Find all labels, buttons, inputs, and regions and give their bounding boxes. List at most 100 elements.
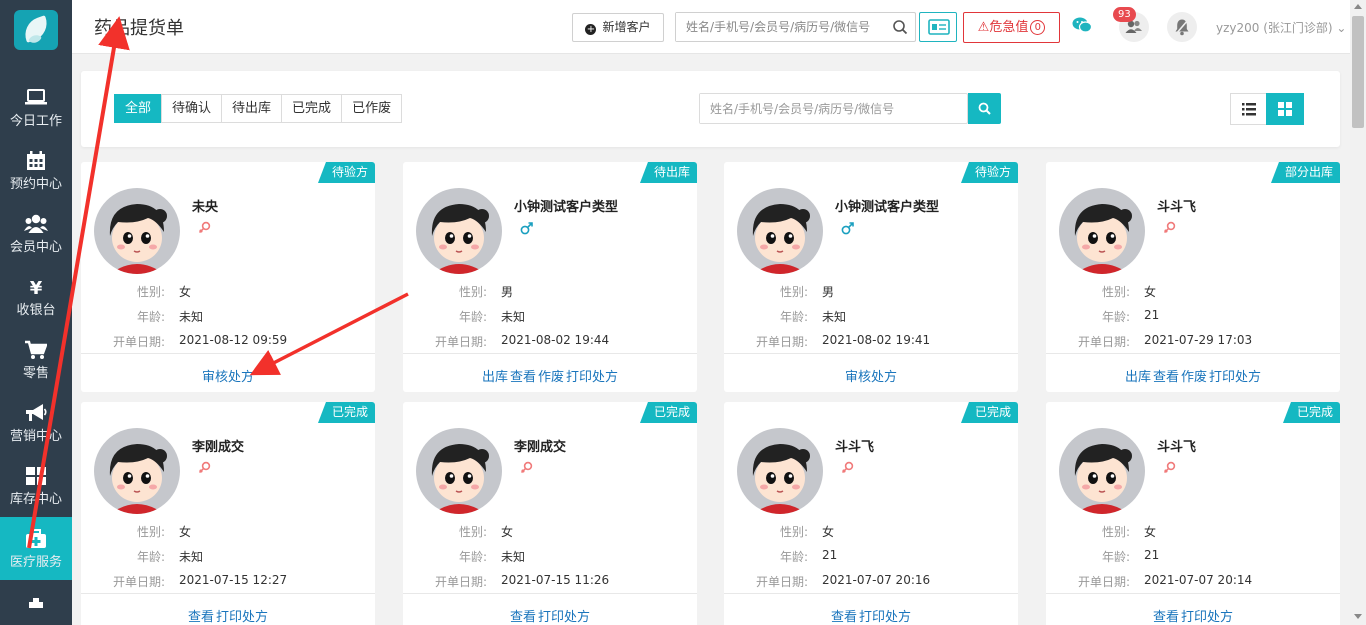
action-link[interactable]: 查看 — [510, 610, 536, 625]
search-icon — [978, 102, 991, 115]
grid-view-button[interactable] — [1266, 93, 1304, 125]
age-label: 年龄: — [458, 310, 487, 324]
date-label: 开单日期: — [755, 575, 808, 589]
card-divider — [724, 593, 1018, 594]
scrollbar-thumb[interactable] — [1352, 16, 1364, 128]
avatar — [416, 188, 502, 274]
action-link[interactable]: 查看 — [831, 610, 857, 625]
cart-icon — [0, 340, 72, 364]
tab-3[interactable]: 已完成 — [281, 94, 343, 123]
action-link[interactable]: 作废 — [538, 370, 564, 385]
logo[interactable] — [14, 10, 58, 50]
action-link[interactable]: 打印处方 — [566, 370, 618, 385]
status-badge: 待验方 — [960, 162, 1018, 183]
status-tabs: 全部 待确认 待出库 已完成 已作废 — [114, 94, 403, 123]
gender-label: 性别: — [458, 525, 487, 539]
add-customer-button[interactable]: + 新增客户 — [572, 13, 664, 42]
customer-name: 未央 — [192, 200, 219, 215]
action-link[interactable]: 打印处方 — [859, 610, 911, 625]
sidebar-item-calendar[interactable]: 预约中心 — [0, 139, 72, 202]
tab-4[interactable]: 已作废 — [341, 94, 403, 123]
bell-icon — [1175, 19, 1189, 36]
sidebar-item-grid[interactable]: 库存中心 — [0, 454, 72, 517]
tab-0[interactable]: 全部 — [114, 94, 163, 123]
status-badge: 已完成 — [639, 402, 697, 423]
action-link[interactable]: 出库 — [482, 370, 508, 385]
gender-label: 性别: — [779, 285, 808, 299]
age-value: 未知 — [179, 550, 204, 564]
action-link[interactable]: 打印处方 — [538, 610, 590, 625]
device-icon — [0, 592, 72, 616]
action-link[interactable]: 打印处方 — [1209, 370, 1261, 385]
panel-search-input[interactable] — [700, 94, 960, 123]
card-actions: 查看 打印处方 — [403, 606, 697, 625]
date-label: 开单日期: — [1077, 335, 1130, 349]
female-icon — [840, 460, 856, 476]
card-actions: 审核处方 — [724, 366, 1018, 385]
notification-button[interactable] — [1167, 12, 1197, 42]
svg-text:¥: ¥ — [30, 278, 43, 297]
yen-icon: ¥ — [0, 277, 72, 301]
male-icon — [840, 220, 856, 236]
add-customer-label: 新增客户 — [602, 20, 651, 34]
action-link[interactable]: 查看 — [510, 370, 536, 385]
action-link[interactable]: 打印处方 — [216, 610, 268, 625]
id-card-button[interactable] — [919, 12, 957, 42]
sidebar-item-label: 收银台 — [16, 303, 56, 318]
action-link[interactable]: 审核处方 — [202, 370, 254, 385]
action-link[interactable]: 审核处方 — [845, 370, 897, 385]
sidebar-item-label: 医疗服务 — [9, 555, 62, 570]
female-icon — [1162, 220, 1178, 236]
grid-icon — [1278, 102, 1292, 116]
action-link[interactable]: 查看 — [1153, 610, 1179, 625]
sidebar-item-medkit[interactable]: 医疗服务 — [0, 517, 72, 580]
avatar — [737, 428, 823, 514]
list-icon — [1242, 103, 1256, 116]
gender-value: 女 — [1144, 285, 1157, 299]
status-badge: 已完成 — [317, 402, 375, 423]
action-link[interactable]: 查看 — [188, 610, 214, 625]
sidebar-item-laptop[interactable]: 今日工作 — [0, 76, 72, 139]
avatar — [1059, 428, 1145, 514]
critical-value-button[interactable]: ⚠危急值 0 — [963, 12, 1060, 43]
warning-icon: ⚠ — [977, 20, 990, 35]
user-name: yzy200 (张江门诊部) — [1216, 21, 1333, 35]
action-link[interactable]: 出库 — [1125, 370, 1151, 385]
tab-1[interactable]: 待确认 — [161, 94, 223, 123]
sidebar-item-cart[interactable]: 零售 — [0, 328, 72, 391]
customer-name: 斗斗飞 — [835, 440, 875, 455]
date-value: 2021-08-12 09:59 — [179, 333, 288, 347]
card-actions: 审核处方 — [81, 366, 375, 385]
calendar-icon — [0, 151, 72, 175]
order-card: 待验方 未央 性别: 女年龄: 未知 开单日期: 2021-08-12 09:59 审核处方 — [81, 162, 375, 392]
tab-2[interactable]: 待出库 — [221, 94, 283, 123]
customer-name: 小钟测试客户类型 — [514, 200, 619, 215]
sidebar-item-label: 库存中心 — [9, 492, 62, 507]
card-actions: 查看 打印处方 — [81, 606, 375, 625]
user-menu[interactable]: yzy200 (张江门诊部) ⌄ — [1216, 19, 1346, 36]
age-value: 未知 — [822, 310, 847, 324]
panel-search-button[interactable] — [968, 93, 1001, 124]
action-link[interactable]: 作废 — [1181, 370, 1207, 385]
age-value: 未知 — [501, 550, 526, 564]
sidebar: 今日工作 预约中心 会员中心 ¥ 收银台零售 营销中心库存中心医疗服务 — [0, 0, 72, 625]
date-value: 2021-08-02 19:44 — [501, 333, 610, 347]
list-view-button[interactable] — [1230, 93, 1267, 125]
scroll-down-arrow[interactable] — [1354, 614, 1362, 619]
card-divider — [403, 593, 697, 594]
sidebar-item-yen[interactable]: ¥ 收银台 — [0, 265, 72, 328]
card-actions: 查看 打印处方 — [1046, 606, 1340, 625]
action-link[interactable]: 打印处方 — [1181, 610, 1233, 625]
search-icon[interactable] — [892, 19, 908, 35]
action-link[interactable]: 查看 — [1153, 370, 1179, 385]
customer-name: 李刚成交 — [192, 440, 245, 455]
sidebar-item-more[interactable] — [0, 580, 72, 625]
wechat-icon[interactable] — [1072, 16, 1092, 34]
top-search-input[interactable] — [676, 13, 886, 41]
age-label: 年龄: — [136, 550, 165, 564]
sidebar-item-megaphone[interactable]: 营销中心 — [0, 391, 72, 454]
sidebar-item-users[interactable]: 会员中心 — [0, 202, 72, 265]
page-title: 药品提货单 — [94, 18, 184, 39]
scroll-up-arrow[interactable] — [1354, 4, 1362, 9]
gender-label: 性别: — [1101, 285, 1130, 299]
